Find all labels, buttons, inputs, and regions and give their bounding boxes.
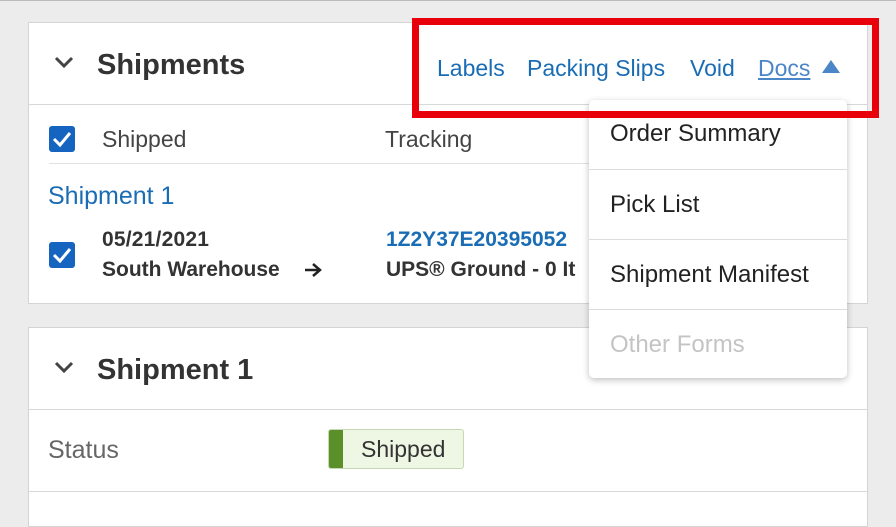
tracking-column-header: Tracking — [385, 126, 473, 152]
shipment-detail-title: Shipment 1 — [97, 354, 254, 386]
chevron-down-icon[interactable] — [53, 360, 75, 376]
menu-item-other-forms: Other Forms — [589, 310, 847, 378]
tracking-number-link[interactable]: 1Z2Y37E20395052 — [386, 228, 594, 252]
checkmark-icon — [52, 248, 72, 264]
arrow-right-icon — [305, 263, 322, 277]
highlight-box — [412, 18, 879, 118]
shipment-1-link[interactable]: Shipment 1 — [48, 180, 174, 212]
shipment-row-checkbox[interactable] — [49, 242, 75, 268]
status-badge: Shipped — [328, 429, 464, 469]
shipped-column-header: Shipped — [102, 126, 187, 152]
status-label: Status — [48, 436, 119, 464]
menu-item-pick-list[interactable]: Pick List — [589, 170, 847, 240]
menu-item-label: Order Summary — [610, 120, 781, 147]
chevron-down-icon[interactable] — [53, 55, 75, 71]
menu-item-label: Other Forms — [610, 331, 745, 358]
menu-item-label: Pick List — [610, 191, 700, 218]
warehouse-name: South Warehouse — [102, 258, 280, 281]
docs-dropdown-menu: Order Summary Pick List Shipment Manifes… — [589, 100, 847, 378]
menu-item-shipment-manifest[interactable]: Shipment Manifest — [589, 240, 847, 310]
status-badge-bar — [329, 430, 343, 468]
checkmark-icon — [52, 132, 72, 148]
shipment-date: 05/21/2021 — [102, 228, 210, 251]
status-row: Status Shipped — [29, 410, 867, 492]
select-all-checkbox[interactable] — [49, 126, 75, 152]
menu-item-label: Shipment Manifest — [610, 261, 809, 288]
status-badge-text: Shipped — [361, 436, 446, 462]
shipments-title: Shipments — [97, 49, 246, 81]
carrier-service: UPS® Ground - 0 It — [386, 258, 576, 281]
top-divider — [0, 0, 896, 1]
